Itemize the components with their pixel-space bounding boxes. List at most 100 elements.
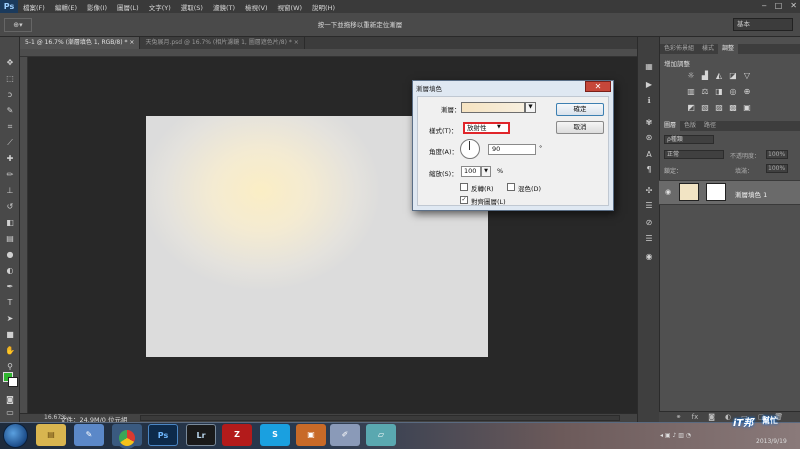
type-tool-icon[interactable]: T: [3, 296, 17, 309]
doc-tab-close-icon[interactable]: ×: [294, 39, 299, 46]
eyedropper-tool-icon[interactable]: ⟋: [3, 136, 17, 149]
tool-presets-panel-icon[interactable]: ☰: [642, 233, 656, 245]
menu-filter[interactable]: 濾鏡(T): [208, 2, 240, 12]
selective-color-icon[interactable]: ▣: [742, 103, 752, 113]
layer-name[interactable]: 漸層填色 1: [735, 189, 767, 199]
link-layers-icon[interactable]: ⚭: [676, 412, 682, 422]
navigator-panel-icon[interactable]: ✣: [642, 185, 656, 197]
start-button[interactable]: [3, 423, 28, 448]
gradient-map-icon[interactable]: ▩: [728, 103, 738, 113]
horizontal-ruler[interactable]: [20, 49, 637, 57]
scale-input[interactable]: 100: [461, 166, 481, 177]
horizontal-scrollbar[interactable]: [140, 415, 620, 421]
blend-mode-select[interactable]: 正常: [664, 150, 724, 159]
tab-channels[interactable]: 色版: [680, 121, 700, 131]
lightroom-icon[interactable]: Lr: [186, 424, 216, 446]
style-dropdown-icon[interactable]: ▼: [497, 124, 501, 130]
gradient-dropdown-icon[interactable]: ▼: [525, 102, 536, 113]
menu-type[interactable]: 文字(Y): [144, 2, 176, 12]
menu-help[interactable]: 說明(H): [307, 2, 340, 12]
tab-swatches[interactable]: 色彩佈景組: [660, 44, 698, 54]
menu-window[interactable]: 視窗(W): [273, 2, 308, 12]
crop-tool-icon[interactable]: ⌗: [3, 120, 17, 133]
actions-panel-icon[interactable]: ▶: [642, 79, 656, 91]
path-select-tool-icon[interactable]: ➤: [3, 312, 17, 325]
3d-panel-icon[interactable]: ◉: [642, 251, 656, 263]
properties-panel-icon[interactable]: ☰: [642, 200, 656, 212]
reverse-label[interactable]: 反轉(R): [471, 183, 494, 193]
scale-dropdown-icon[interactable]: ▼: [481, 166, 491, 177]
threshold-icon[interactable]: ▨: [714, 103, 724, 113]
new-adjustment-icon[interactable]: ◐: [725, 412, 731, 422]
quick-select-tool-icon[interactable]: ✎: [3, 104, 17, 117]
tab-layers[interactable]: 圖層: [660, 121, 681, 131]
hand-tool-icon[interactable]: ✋: [3, 344, 17, 357]
fill-input[interactable]: 100%: [766, 164, 788, 173]
maximize-button[interactable]: □: [775, 1, 783, 10]
eraser-tool-icon[interactable]: ◧: [3, 216, 17, 229]
ok-button[interactable]: 確定: [556, 103, 604, 116]
close-button[interactable]: ✕: [790, 1, 797, 10]
align-layer-label[interactable]: 對齊圖層(L): [471, 196, 506, 206]
minimize-button[interactable]: ‒: [762, 1, 767, 10]
channel-mixer-icon[interactable]: ⊕: [742, 87, 752, 97]
dodge-tool-icon[interactable]: ◐: [3, 264, 17, 277]
menu-select[interactable]: 選取(S): [176, 2, 208, 12]
layer-filter-select[interactable]: ρ種類: [664, 135, 714, 144]
timeline-panel-icon[interactable]: ⊘: [642, 217, 656, 229]
clone-source-panel-icon[interactable]: ⊛: [642, 132, 656, 144]
paint-icon[interactable]: ✎: [74, 424, 104, 446]
dither-checkbox[interactable]: [507, 183, 515, 191]
tool-preset-picker[interactable]: ⊕▾: [4, 18, 32, 32]
system-tray[interactable]: ◂ ▣ ♪ ▥ ◔: [660, 432, 691, 439]
screen-mode-icon[interactable]: ▭: [3, 406, 17, 419]
brush-panel-icon[interactable]: ✾: [642, 117, 656, 129]
invert-icon[interactable]: ◩: [686, 103, 696, 113]
workspace-switcher[interactable]: 基本: [733, 18, 793, 31]
healing-tool-icon[interactable]: ✚: [3, 152, 17, 165]
paragraph-panel-icon[interactable]: ¶: [642, 164, 656, 176]
history-panel-icon[interactable]: ▦: [642, 61, 656, 73]
hue-saturation-icon[interactable]: ▥: [686, 87, 696, 97]
move-tool-icon[interactable]: ✥: [3, 56, 17, 69]
skype-icon[interactable]: S: [260, 424, 290, 446]
blur-tool-icon[interactable]: ●: [3, 248, 17, 261]
folder-icon[interactable]: ▤: [36, 424, 66, 446]
menu-file[interactable]: 檔案(F): [18, 2, 50, 12]
lasso-tool-icon[interactable]: ↄ: [3, 88, 17, 101]
opacity-input[interactable]: 100%: [766, 150, 788, 159]
brightness-icon[interactable]: ☼: [686, 71, 696, 81]
vibrance-icon[interactable]: ▽: [742, 71, 752, 81]
menu-layer[interactable]: 圖層(L): [112, 2, 144, 12]
doc-tab-5-1[interactable]: 5-1 @ 16.7% (漸層填色 1, RGB/8) * ×: [20, 37, 141, 49]
photo-filter-icon[interactable]: ◎: [728, 87, 738, 97]
add-mask-icon[interactable]: ◙: [708, 412, 715, 422]
posterize-icon[interactable]: ▧: [700, 103, 710, 113]
angle-dial[interactable]: [460, 139, 480, 159]
photoshop-icon[interactable]: Ps: [148, 424, 178, 446]
marquee-tool-icon[interactable]: ⬚: [3, 72, 17, 85]
info-panel-icon[interactable]: ℹ: [642, 95, 656, 107]
reverse-checkbox[interactable]: [460, 183, 468, 191]
background-color-swatch[interactable]: [8, 377, 18, 387]
dialog-close-button[interactable]: ✕: [585, 81, 611, 92]
history-brush-tool-icon[interactable]: ↺: [3, 200, 17, 213]
color-balance-icon[interactable]: ⚖: [700, 87, 710, 97]
tab-paths[interactable]: 路徑: [700, 121, 720, 131]
shape-tool-icon[interactable]: ■: [3, 328, 17, 341]
doc-tab-close-icon[interactable]: ×: [129, 39, 134, 46]
layer-mask-thumbnail[interactable]: [706, 183, 726, 201]
menu-edit[interactable]: 編輯(E): [50, 2, 82, 12]
black-white-icon[interactable]: ◨: [714, 87, 724, 97]
menu-view[interactable]: 檢視(V): [240, 2, 273, 12]
doc-tab-tianmoon[interactable]: 天兔展月.psd @ 16.7% (相片濾鏡 1, 圖層遮色片/8) * ×: [140, 37, 305, 49]
style-select[interactable]: 放射性: [463, 122, 510, 134]
notes-icon[interactable]: ▱: [366, 424, 396, 446]
vertical-ruler[interactable]: [20, 57, 28, 413]
brush-tool-icon[interactable]: ✏: [3, 168, 17, 181]
menu-image[interactable]: 影像(I): [82, 2, 112, 12]
exposure-icon[interactable]: ◪: [728, 71, 738, 81]
layer-fill-thumbnail[interactable]: [679, 183, 699, 201]
tab-styles[interactable]: 樣式: [698, 44, 718, 54]
fx-icon[interactable]: fx: [692, 412, 699, 422]
